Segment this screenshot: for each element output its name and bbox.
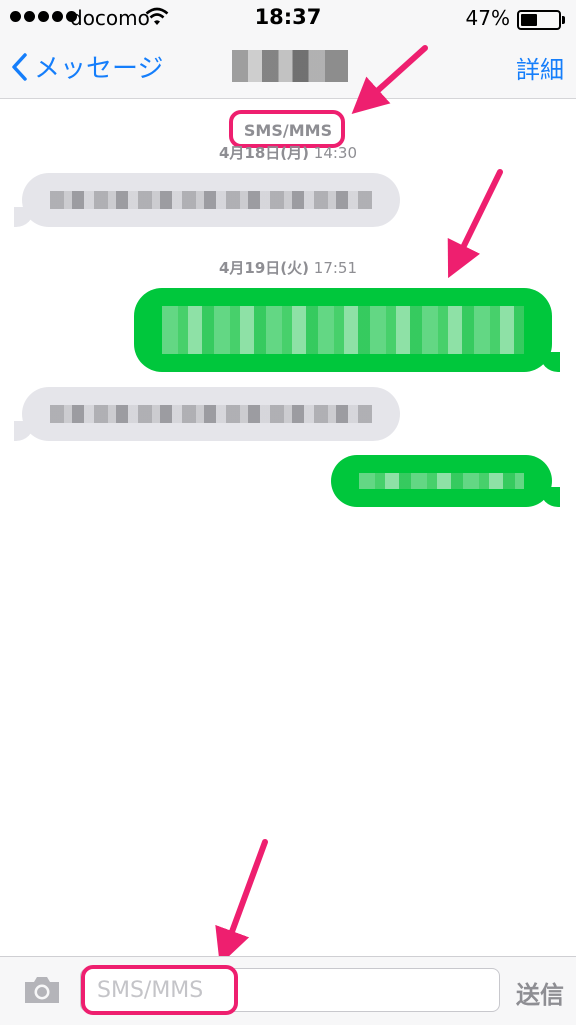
battery-percentage: 47% <box>465 6 510 30</box>
message-timestamp: 4月19日(火) 17:51 <box>0 257 576 278</box>
timestamp-time: 14:30 <box>313 144 358 162</box>
camera-icon[interactable] <box>22 974 62 1006</box>
timestamp-time: 17:51 <box>313 259 358 277</box>
back-button[interactable]: メッセージ <box>10 48 163 85</box>
message-timestamp: 4月18日(月) 14:30 <box>0 142 576 163</box>
back-button-label: メッセージ <box>34 54 164 84</box>
sent-message-bubble[interactable] <box>134 288 560 372</box>
battery-icon <box>517 10 565 30</box>
send-button[interactable]: 送信 <box>516 975 564 1010</box>
sent-message-bubble[interactable] <box>331 455 560 507</box>
status-bar: docomo 18:37 47% <box>0 0 576 36</box>
contact-name-redacted[interactable] <box>232 50 348 82</box>
received-message-bubble[interactable] <box>14 387 400 441</box>
details-button[interactable]: 詳細 <box>516 50 564 85</box>
received-message-bubble[interactable] <box>14 173 400 227</box>
redacted-message-text <box>359 473 524 489</box>
redacted-message-text <box>162 306 524 354</box>
redacted-message-text <box>50 191 372 209</box>
navigation-bar: メッセージ 詳細 <box>0 36 576 99</box>
redacted-message-text <box>50 405 372 423</box>
back-chevron-icon <box>12 52 27 81</box>
timestamp-date: 4月19日(火) <box>218 259 309 277</box>
annotation-highlight-input <box>81 965 238 1015</box>
timestamp-date: 4月18日(月) <box>218 144 309 162</box>
